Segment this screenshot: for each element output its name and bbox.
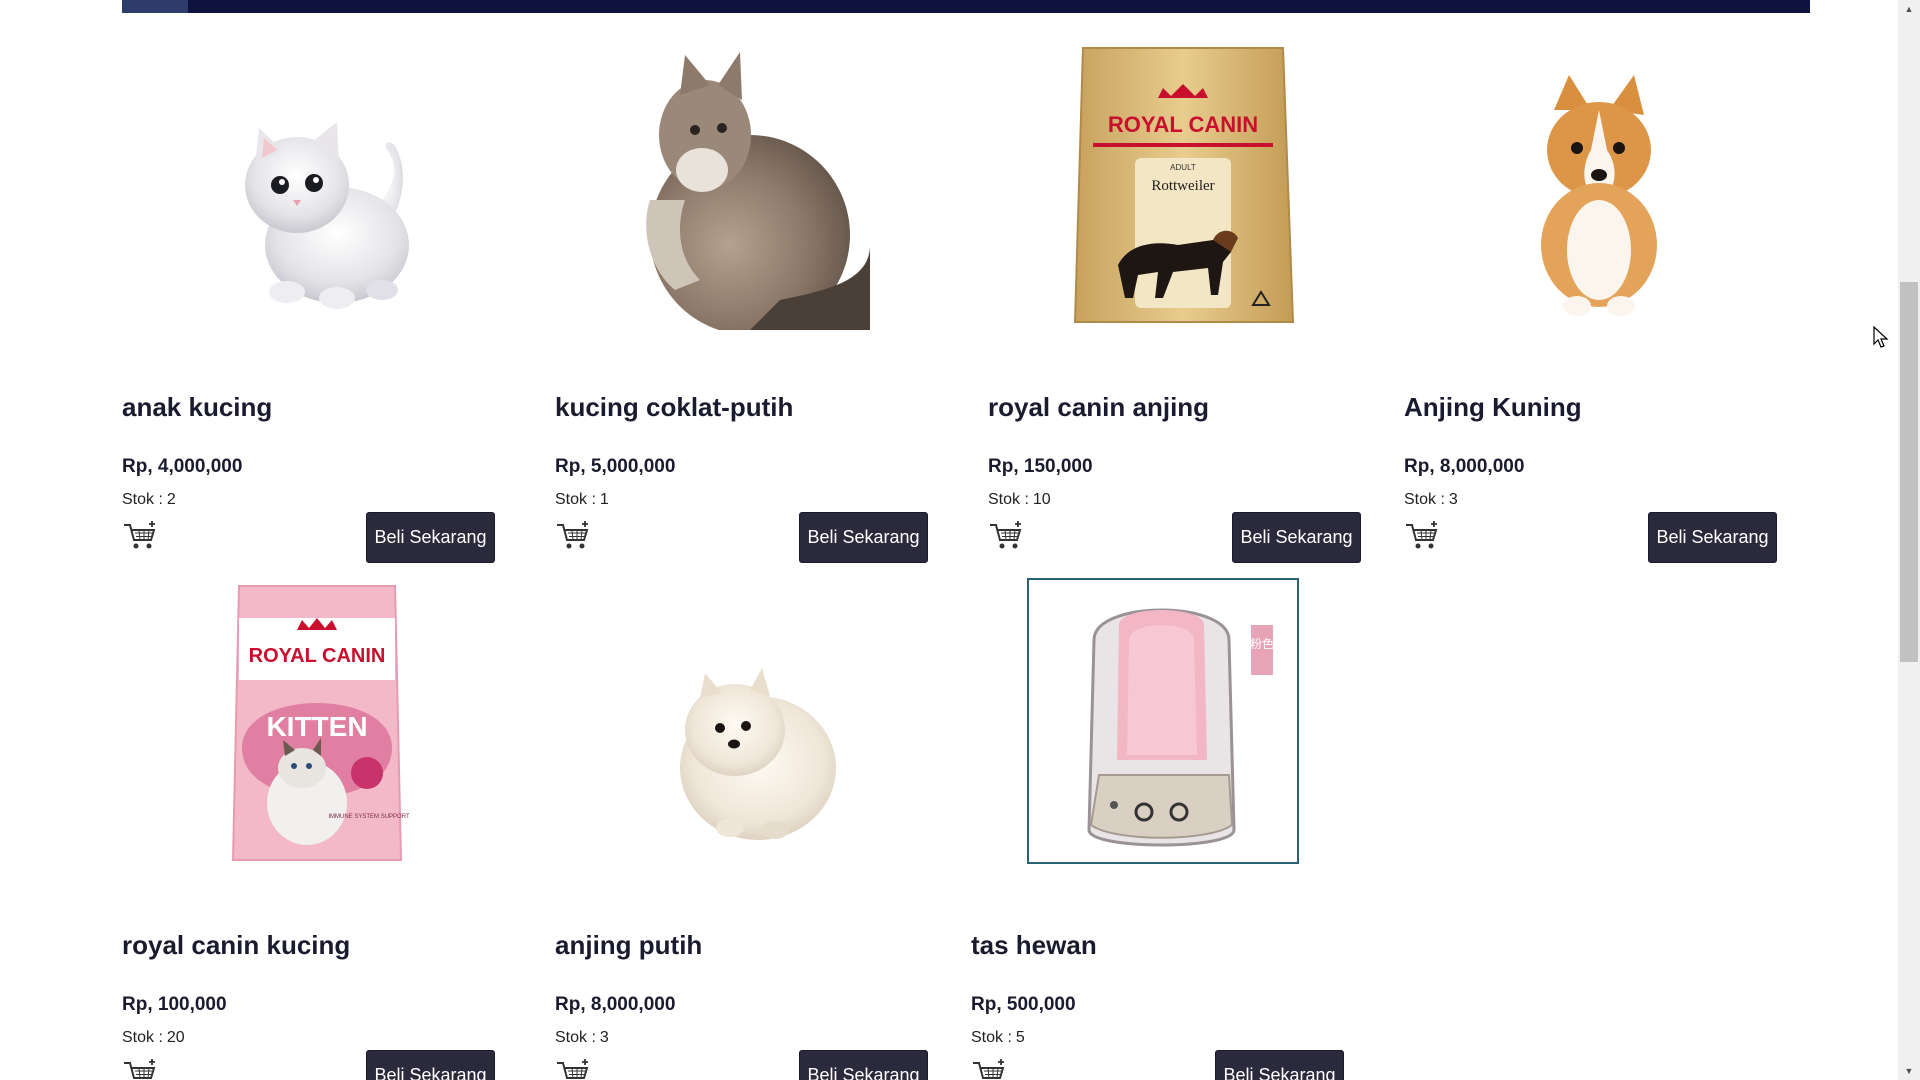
stock-label: Stok : (555, 491, 596, 508)
buy-now-button[interactable]: Beli Sekarang (366, 1050, 495, 1080)
buy-now-button[interactable]: Beli Sekarang (1215, 1050, 1344, 1080)
bag-brand-text: ROYAL CANIN (249, 645, 386, 667)
bag-side-text: IMMUNE SYSTEM SUPPORT (328, 814, 410, 820)
product-name[interactable]: Anjing Kuning (1404, 392, 1582, 423)
product-stock: Stok :20 (122, 1029, 185, 1047)
scrollbar-thumb[interactable] (1900, 282, 1918, 662)
stock-label: Stok : (122, 491, 163, 508)
product-stock: Stok :1 (555, 491, 609, 509)
top-navbar (122, 0, 1810, 13)
stock-value: 3 (599, 1029, 609, 1046)
product-price: Rp, 150,000 (988, 456, 1093, 477)
product-price: Rp, 8,000,000 (1404, 456, 1525, 477)
bag-variant-text: KITTEN (266, 711, 367, 742)
buy-now-button[interactable]: Beli Sekarang (799, 512, 928, 563)
product-card: ROYAL CANIN KITTEN IMMUNE SYSTEM SUPPORT… (122, 578, 512, 1080)
buy-now-button[interactable]: Beli Sekarang (1232, 512, 1361, 563)
product-image-area[interactable]: ROYAL CANIN KITTEN IMMUNE SYSTEM SUPPORT (122, 578, 512, 868)
product-card: anak kucing Rp, 4,000,000 Stok :2 Beli S… (122, 40, 512, 563)
product-stock: Stok :3 (1404, 491, 1458, 509)
corgi-puppy-image[interactable] (1499, 70, 1699, 330)
bag-brand-text: ROYAL CANIN (1108, 112, 1258, 137)
product-stock: Stok :10 (988, 491, 1051, 509)
product-price: Rp, 5,000,000 (555, 456, 676, 477)
royal-canin-kitten-food-bag-image[interactable]: ROYAL CANIN KITTEN IMMUNE SYSTEM SUPPORT (217, 578, 417, 868)
product-price: Rp, 500,000 (971, 994, 1076, 1015)
product-name[interactable]: anak kucing (122, 392, 272, 423)
product-stock: Stok :2 (122, 491, 176, 509)
product-name[interactable]: royal canin anjing (988, 392, 1209, 423)
product-price: Rp, 8,000,000 (555, 994, 676, 1015)
mouse-cursor-icon (1873, 326, 1889, 348)
pink-pet-carrier-backpack-image[interactable]: 粉色 (1029, 580, 1297, 862)
white-kitten-image[interactable] (187, 70, 447, 330)
stock-value: 2 (166, 491, 176, 508)
add-to-cart-icon[interactable] (555, 520, 591, 552)
add-to-cart-icon[interactable] (122, 1058, 158, 1080)
add-to-cart-icon[interactable] (555, 1058, 591, 1080)
page: anak kucing Rp, 4,000,000 Stok :2 Beli S… (0, 0, 1920, 1080)
stock-value: 3 (1448, 491, 1458, 508)
product-price: Rp, 4,000,000 (122, 456, 243, 477)
product-card: anjing putih Rp, 8,000,000 Stok :3 Beli … (555, 578, 945, 1080)
product-card: kucing coklat-putih Rp, 5,000,000 Stok :… (555, 40, 945, 563)
product-image-area[interactable] (555, 578, 945, 868)
add-to-cart-icon[interactable] (122, 520, 158, 552)
stock-value: 5 (1015, 1029, 1025, 1046)
product-price: Rp, 100,000 (122, 994, 227, 1015)
product-name[interactable]: anjing putih (555, 930, 702, 961)
product-image-area[interactable]: 粉色 (1027, 578, 1299, 864)
scroll-up-arrow-icon[interactable]: ▲ (1898, 0, 1920, 18)
product-card: 粉色 tas hewan Rp, 500,000 Stok :5 Beli Se… (971, 578, 1361, 1080)
product-name[interactable]: tas hewan (971, 930, 1097, 961)
product-name[interactable]: kucing coklat-putih (555, 392, 793, 423)
stock-label: Stok : (988, 491, 1029, 508)
product-card: Anjing Kuning Rp, 8,000,000 Stok :3 Beli… (1404, 40, 1794, 563)
stock-value: 10 (1032, 491, 1051, 508)
product-card: ROYAL CANIN ADULT Rottweiler royal canin… (988, 40, 1378, 563)
bag-variant-top-text: ADULT (1170, 163, 1196, 172)
stock-label: Stok : (971, 1029, 1012, 1046)
bag-variant-text: Rottweiler (1151, 178, 1214, 194)
stock-label: Stok : (1404, 491, 1445, 508)
add-to-cart-icon[interactable] (988, 520, 1024, 552)
product-image-area[interactable] (1404, 40, 1794, 330)
product-image-area[interactable]: ROYAL CANIN ADULT Rottweiler (988, 40, 1378, 330)
product-image-area[interactable] (122, 40, 512, 330)
buy-now-button[interactable]: Beli Sekarang (1648, 512, 1777, 563)
royal-canin-dog-food-bag-image[interactable]: ROYAL CANIN ADULT Rottweiler (1063, 40, 1303, 330)
scroll-down-arrow-icon[interactable]: ▼ (1898, 1062, 1920, 1080)
add-to-cart-icon[interactable] (971, 1058, 1007, 1080)
navbar-active-item[interactable] (122, 0, 188, 13)
vertical-scrollbar[interactable]: ▲ ▼ (1898, 0, 1920, 1080)
stock-label: Stok : (122, 1029, 163, 1046)
product-stock: Stok :3 (555, 1029, 609, 1047)
stock-value: 1 (599, 491, 609, 508)
buy-now-button[interactable]: Beli Sekarang (366, 512, 495, 563)
product-name[interactable]: royal canin kucing (122, 930, 350, 961)
white-pomeranian-image[interactable] (650, 638, 850, 868)
add-to-cart-icon[interactable] (1404, 520, 1440, 552)
product-stock: Stok :5 (971, 1029, 1025, 1047)
carrier-tag-text: 粉色 (1250, 637, 1274, 651)
stock-value: 20 (166, 1029, 185, 1046)
brown-white-cat-image[interactable] (630, 40, 870, 330)
stock-label: Stok : (555, 1029, 596, 1046)
product-image-area[interactable] (555, 40, 945, 330)
buy-now-button[interactable]: Beli Sekarang (799, 1050, 928, 1080)
